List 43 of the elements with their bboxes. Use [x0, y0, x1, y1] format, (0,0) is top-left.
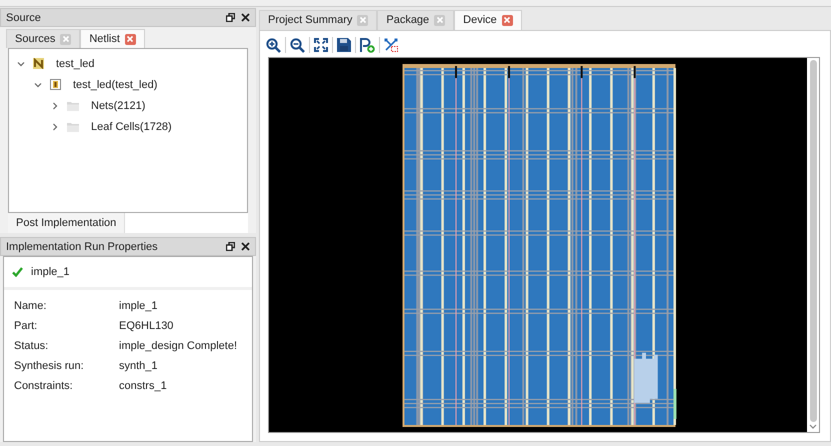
- folder-icon: [67, 122, 79, 132]
- tab[interactable]: Netlist: [80, 29, 145, 48]
- tab[interactable]: Device: [454, 10, 522, 30]
- tree-item[interactable]: test_led(test_led): [73, 78, 158, 90]
- net-icon[interactable]: [384, 38, 399, 52]
- tree-item[interactable]: Leaf Cells(1728): [91, 120, 172, 132]
- property-label: Name:: [14, 300, 48, 312]
- property-value: constrs_1: [119, 380, 167, 392]
- chevron-icon[interactable]: [51, 102, 59, 110]
- tree-item[interactable]: Nets(2121): [91, 100, 146, 112]
- scroll-down-icon[interactable]: [809, 424, 817, 430]
- add-block-icon[interactable]: [360, 38, 375, 52]
- zoom-in-icon[interactable]: [266, 38, 281, 52]
- close-icon[interactable]: [241, 242, 250, 251]
- chevron-icon[interactable]: [17, 60, 25, 68]
- tab[interactable]: Post Implementation: [8, 213, 126, 233]
- property-value: synth_1: [119, 360, 158, 372]
- run-name: imple_1: [31, 266, 70, 278]
- property-label: Synthesis run:: [14, 360, 85, 372]
- tab[interactable]: Package: [377, 10, 454, 30]
- property-label: Part:: [14, 320, 38, 332]
- panel-title: Implementation Run Properties: [6, 240, 158, 252]
- property-label: Status:: [14, 340, 50, 352]
- tab[interactable]: Project Summary: [259, 10, 378, 30]
- property-label: Constraints:: [14, 380, 74, 392]
- module-icon: [50, 79, 61, 90]
- fit-view-icon[interactable]: [314, 38, 328, 52]
- save-icon[interactable]: [337, 38, 351, 52]
- zoom-out-icon[interactable]: [290, 38, 305, 52]
- netlist-icon: [33, 58, 44, 69]
- chevron-icon[interactable]: [34, 80, 42, 88]
- property-value: imple_1: [119, 300, 158, 312]
- close-icon[interactable]: [241, 13, 250, 22]
- tree-item[interactable]: test_led: [56, 58, 95, 70]
- panel-title: Source: [6, 12, 41, 24]
- chevron-icon[interactable]: [51, 122, 59, 130]
- property-value: EQ6HL130: [119, 320, 174, 332]
- property-value: imple_design Complete!: [119, 340, 238, 352]
- folder-icon: [67, 100, 79, 110]
- tab[interactable]: Sources: [6, 29, 80, 48]
- restore-icon[interactable]: [226, 242, 235, 251]
- restore-icon[interactable]: [226, 13, 235, 22]
- vertical-scrollbar[interactable]: [807, 58, 819, 432]
